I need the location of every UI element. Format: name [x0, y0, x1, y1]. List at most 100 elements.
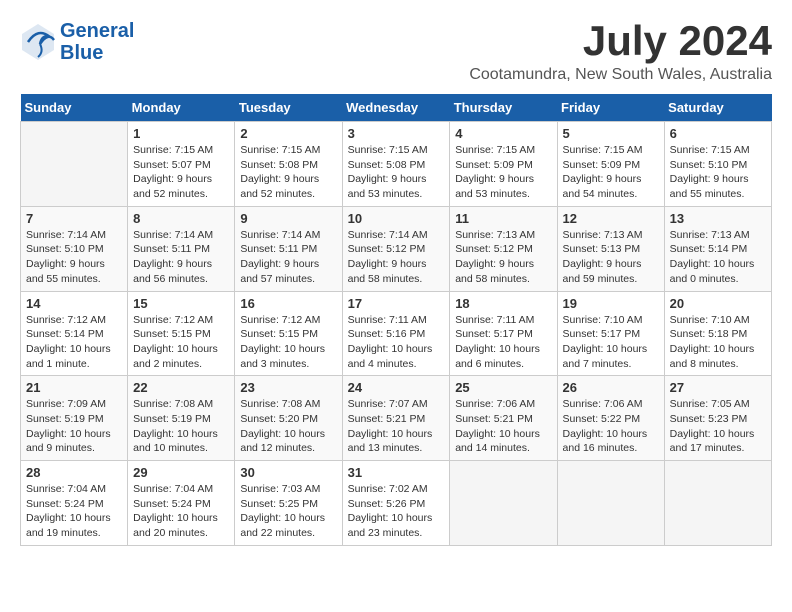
day-number: 26	[563, 380, 659, 395]
calendar-cell: 25 Sunrise: 7:06 AMSunset: 5:21 PMDayligh…	[450, 376, 557, 461]
day-number: 31	[348, 465, 445, 480]
day-number: 20	[670, 296, 766, 311]
day-number: 5	[563, 126, 659, 141]
column-header-tuesday: Tuesday	[235, 94, 342, 122]
calendar-cell: 5 Sunrise: 7:15 AMSunset: 5:09 PMDaylight…	[557, 122, 664, 207]
day-number: 13	[670, 211, 766, 226]
week-row-1: 1 Sunrise: 7:15 AMSunset: 5:07 PMDaylight…	[21, 122, 772, 207]
calendar-cell: 1 Sunrise: 7:15 AMSunset: 5:07 PMDaylight…	[128, 122, 235, 207]
day-number: 4	[455, 126, 551, 141]
calendar-header-row: SundayMondayTuesdayWednesdayThursdayFrid…	[21, 94, 772, 122]
day-info: Sunrise: 7:12 AMSunset: 5:14 PMDaylight:…	[26, 313, 122, 372]
week-row-2: 7Sunrise: 7:14 AMSunset: 5:10 PMDaylight…	[21, 206, 772, 291]
day-number: 29	[133, 465, 229, 480]
day-info: Sunrise: 7:12 AMSunset: 5:15 PMDaylight:…	[240, 313, 336, 372]
day-number: 24	[348, 380, 445, 395]
calendar-cell: 31 Sunrise: 7:02 AMSunset: 5:26 PMDayligh…	[342, 461, 450, 546]
day-info: Sunrise: 7:04 AMSunset: 5:24 PMDaylight:…	[26, 482, 122, 541]
day-info: Sunrise: 7:10 AMSunset: 5:17 PMDaylight:…	[563, 313, 659, 372]
column-header-thursday: Thursday	[450, 94, 557, 122]
column-header-monday: Monday	[128, 94, 235, 122]
logo-icon	[20, 22, 56, 62]
calendar-cell: 29 Sunrise: 7:04 AMSunset: 5:24 PMDayligh…	[128, 461, 235, 546]
day-info: Sunrise: 7:06 AMSunset: 5:21 PMDaylight:…	[455, 397, 551, 456]
calendar-cell	[664, 461, 771, 546]
day-info: Sunrise: 7:12 AMSunset: 5:15 PMDaylight:…	[133, 313, 229, 372]
calendar-cell: 23 Sunrise: 7:08 AMSunset: 5:20 PMDayligh…	[235, 376, 342, 461]
day-info: Sunrise: 7:09 AMSunset: 5:19 PMDaylight:…	[26, 397, 122, 456]
calendar-cell: 10 Sunrise: 7:14 AMSunset: 5:12 PMDayligh…	[342, 206, 450, 291]
calendar-cell: 4 Sunrise: 7:15 AMSunset: 5:09 PMDaylight…	[450, 122, 557, 207]
calendar-cell: 7Sunrise: 7:14 AMSunset: 5:10 PMDaylight…	[21, 206, 128, 291]
calendar-cell: 18Sunrise: 7:11 AMSunset: 5:17 PMDayligh…	[450, 291, 557, 376]
day-info: Sunrise: 7:04 AMSunset: 5:24 PMDaylight:…	[133, 482, 229, 541]
day-info: Sunrise: 7:15 AMSunset: 5:08 PMDaylight:…	[240, 143, 336, 202]
calendar-cell: 22 Sunrise: 7:08 AMSunset: 5:19 PMDayligh…	[128, 376, 235, 461]
day-info: Sunrise: 7:06 AMSunset: 5:22 PMDaylight:…	[563, 397, 659, 456]
day-info: Sunrise: 7:15 AMSunset: 5:09 PMDaylight:…	[563, 143, 659, 202]
calendar-table: SundayMondayTuesdayWednesdayThursdayFrid…	[20, 94, 772, 546]
calendar-cell: 20 Sunrise: 7:10 AMSunset: 5:18 PMDayligh…	[664, 291, 771, 376]
day-number: 22	[133, 380, 229, 395]
calendar-cell: 16Sunrise: 7:12 AMSunset: 5:15 PMDayligh…	[235, 291, 342, 376]
calendar-cell: 14 Sunrise: 7:12 AMSunset: 5:14 PMDayligh…	[21, 291, 128, 376]
day-info: Sunrise: 7:14 AMSunset: 5:10 PMDaylight:…	[26, 228, 122, 287]
day-number: 8	[133, 211, 229, 226]
day-number: 11	[455, 211, 551, 226]
day-info: Sunrise: 7:11 AMSunset: 5:16 PMDaylight:…	[348, 313, 445, 372]
day-number: 23	[240, 380, 336, 395]
day-info: Sunrise: 7:15 AMSunset: 5:08 PMDaylight:…	[348, 143, 445, 202]
day-number: 6	[670, 126, 766, 141]
column-header-sunday: Sunday	[21, 94, 128, 122]
day-info: Sunrise: 7:08 AMSunset: 5:19 PMDaylight:…	[133, 397, 229, 456]
day-number: 28	[26, 465, 122, 480]
day-info: Sunrise: 7:14 AMSunset: 5:11 PMDaylight:…	[240, 228, 336, 287]
day-number: 14	[26, 296, 122, 311]
calendar-cell: 30 Sunrise: 7:03 AMSunset: 5:25 PMDayligh…	[235, 461, 342, 546]
calendar-cell: 3 Sunrise: 7:15 AMSunset: 5:08 PMDaylight…	[342, 122, 450, 207]
week-row-4: 21 Sunrise: 7:09 AMSunset: 5:19 PMDayligh…	[21, 376, 772, 461]
day-info: Sunrise: 7:07 AMSunset: 5:21 PMDaylight:…	[348, 397, 445, 456]
day-number: 19	[563, 296, 659, 311]
day-number: 27	[670, 380, 766, 395]
day-number: 3	[348, 126, 445, 141]
day-info: Sunrise: 7:13 AMSunset: 5:13 PMDaylight:…	[563, 228, 659, 287]
day-number: 17	[348, 296, 445, 311]
calendar-cell: 15Sunrise: 7:12 AMSunset: 5:15 PMDayligh…	[128, 291, 235, 376]
calendar-cell: 13Sunrise: 7:13 AMSunset: 5:14 PMDayligh…	[664, 206, 771, 291]
day-info: Sunrise: 7:10 AMSunset: 5:18 PMDaylight:…	[670, 313, 766, 372]
day-number: 12	[563, 211, 659, 226]
calendar-cell: 21 Sunrise: 7:09 AMSunset: 5:19 PMDayligh…	[21, 376, 128, 461]
column-header-wednesday: Wednesday	[342, 94, 450, 122]
location-title: Cootamundra, New South Wales, Australia	[469, 66, 772, 84]
calendar-cell: 17 Sunrise: 7:11 AMSunset: 5:16 PMDayligh…	[342, 291, 450, 376]
day-info: Sunrise: 7:15 AMSunset: 5:09 PMDaylight:…	[455, 143, 551, 202]
day-number: 1	[133, 126, 229, 141]
month-title: July 2024	[469, 20, 772, 62]
calendar-cell: 6Sunrise: 7:15 AMSunset: 5:10 PMDaylight…	[664, 122, 771, 207]
calendar-cell: 26 Sunrise: 7:06 AMSunset: 5:22 PMDayligh…	[557, 376, 664, 461]
day-info: Sunrise: 7:02 AMSunset: 5:26 PMDaylight:…	[348, 482, 445, 541]
day-number: 10	[348, 211, 445, 226]
day-info: Sunrise: 7:03 AMSunset: 5:25 PMDaylight:…	[240, 482, 336, 541]
calendar-cell	[557, 461, 664, 546]
calendar-cell: 11 Sunrise: 7:13 AMSunset: 5:12 PMDayligh…	[450, 206, 557, 291]
calendar-cell: 9 Sunrise: 7:14 AMSunset: 5:11 PMDaylight…	[235, 206, 342, 291]
day-info: Sunrise: 7:14 AMSunset: 5:11 PMDaylight:…	[133, 228, 229, 287]
column-header-saturday: Saturday	[664, 94, 771, 122]
logo: General Blue	[20, 20, 134, 64]
day-info: Sunrise: 7:05 AMSunset: 5:23 PMDaylight:…	[670, 397, 766, 456]
logo-text: General Blue	[60, 20, 134, 64]
day-number: 21	[26, 380, 122, 395]
day-info: Sunrise: 7:14 AMSunset: 5:12 PMDaylight:…	[348, 228, 445, 287]
day-number: 30	[240, 465, 336, 480]
day-number: 9	[240, 211, 336, 226]
calendar-cell: 27 Sunrise: 7:05 AMSunset: 5:23 PMDayligh…	[664, 376, 771, 461]
title-block: July 2024 Cootamundra, New South Wales, …	[469, 20, 772, 84]
day-info: Sunrise: 7:08 AMSunset: 5:20 PMDaylight:…	[240, 397, 336, 456]
page-header: General Blue July 2024 Cootamundra, New …	[20, 20, 772, 84]
day-info: Sunrise: 7:13 AMSunset: 5:12 PMDaylight:…	[455, 228, 551, 287]
calendar-cell: 2Sunrise: 7:15 AMSunset: 5:08 PMDaylight…	[235, 122, 342, 207]
day-info: Sunrise: 7:15 AMSunset: 5:07 PMDaylight:…	[133, 143, 229, 202]
day-number: 25	[455, 380, 551, 395]
